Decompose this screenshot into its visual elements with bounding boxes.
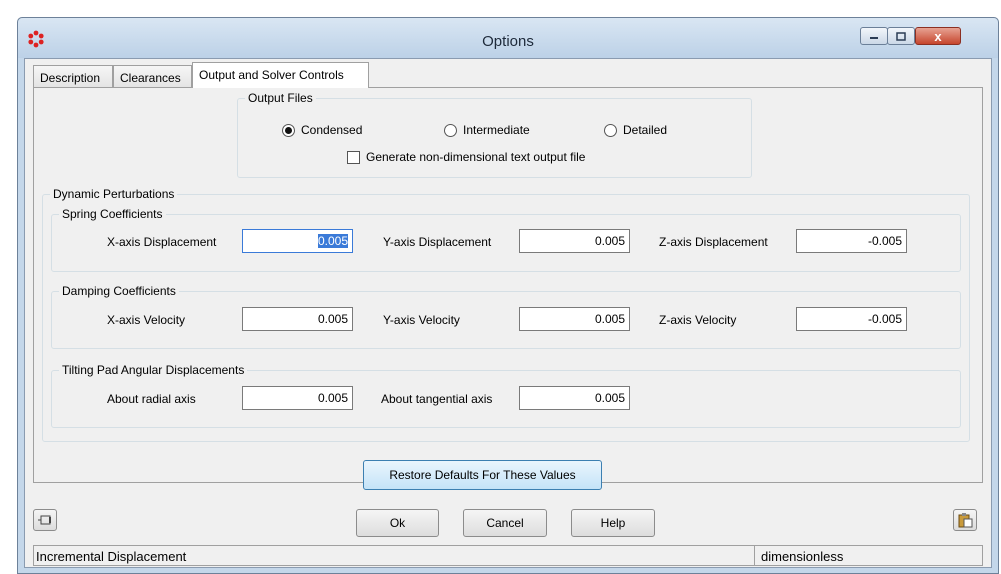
- spring-x-label: X-axis Displacement: [107, 235, 217, 249]
- tilting-pad-legend: Tilting Pad Angular Displacements: [59, 363, 248, 377]
- status-field-description: Incremental Displacement: [36, 549, 187, 564]
- radial-axis-label: About radial axis: [107, 392, 196, 406]
- pin-button[interactable]: [33, 509, 57, 531]
- tab-output-solver-controls[interactable]: Output and Solver Controls: [192, 62, 369, 88]
- status-bar: Incremental Displacement dimensionless: [33, 545, 983, 566]
- spring-coefficients-legend: Spring Coefficients: [59, 207, 166, 221]
- ok-button[interactable]: Ok: [356, 509, 439, 537]
- spring-y-value: 0.005: [594, 234, 625, 248]
- help-button[interactable]: Help: [571, 509, 655, 537]
- radio-selected-icon: [282, 123, 295, 137]
- spring-z-input[interactable]: -0.005: [796, 229, 907, 253]
- dialog-client: Description Clearances Output and Solver…: [24, 58, 992, 568]
- radio-label: Condensed: [301, 123, 363, 137]
- clipboard-icon: [958, 513, 973, 528]
- non-dimensional-output-checkbox[interactable]: Generate non-dimensional text output fil…: [347, 150, 585, 164]
- damping-y-input[interactable]: 0.005: [519, 307, 630, 331]
- cancel-button[interactable]: Cancel: [463, 509, 547, 537]
- output-files-legend: Output Files: [245, 91, 316, 105]
- checkbox-label: Generate non-dimensional text output fil…: [366, 150, 586, 164]
- damping-x-value: 0.005: [317, 312, 348, 326]
- checkbox-unchecked-icon: [347, 150, 360, 164]
- radio-unselected-icon: [604, 123, 617, 137]
- spring-y-input[interactable]: 0.005: [519, 229, 630, 253]
- dynamic-perturbations-legend: Dynamic Perturbations: [50, 187, 178, 201]
- spring-z-label: Z-axis Displacement: [659, 235, 768, 249]
- radio-label: Intermediate: [463, 123, 530, 137]
- damping-y-value: 0.005: [594, 312, 625, 326]
- radio-unselected-icon: [444, 123, 457, 137]
- spring-z-value: -0.005: [867, 234, 902, 248]
- damping-y-label: Y-axis Velocity: [383, 313, 460, 327]
- radio-condensed[interactable]: Condensed: [282, 123, 362, 137]
- status-field-units: dimensionless: [761, 549, 844, 564]
- minimize-icon: [870, 37, 878, 39]
- restore-icon: [896, 31, 906, 41]
- tangential-axis-input[interactable]: 0.005: [519, 386, 630, 410]
- output-files-group: [237, 98, 752, 178]
- damping-z-input[interactable]: -0.005: [796, 307, 907, 331]
- window-title: Options: [482, 33, 534, 50]
- radial-axis-input[interactable]: 0.005: [242, 386, 353, 410]
- spring-x-input[interactable]: 0.005: [242, 229, 353, 253]
- damping-x-label: X-axis Velocity: [107, 313, 186, 327]
- tab-panel: Output Files Condensed Intermediate Deta…: [33, 87, 983, 483]
- tab-clearances[interactable]: Clearances: [113, 65, 192, 87]
- spring-x-value: 0.005: [317, 234, 348, 248]
- radio-label: Detailed: [623, 123, 668, 137]
- radial-axis-value: 0.005: [317, 391, 348, 405]
- damping-z-value: -0.005: [867, 312, 902, 326]
- damping-x-input[interactable]: 0.005: [242, 307, 353, 331]
- close-button[interactable]: x: [915, 27, 961, 45]
- pin-icon: [38, 515, 51, 525]
- maximize-button[interactable]: [887, 27, 915, 45]
- damping-z-label: Z-axis Velocity: [659, 313, 737, 327]
- paste-button[interactable]: [953, 509, 977, 531]
- close-icon: x: [934, 28, 942, 44]
- status-divider: [754, 546, 755, 565]
- tangential-axis-value: 0.005: [594, 391, 625, 405]
- tangential-axis-label: About tangential axis: [381, 392, 493, 406]
- tab-description[interactable]: Description: [33, 65, 113, 87]
- radio-intermediate[interactable]: Intermediate: [444, 123, 530, 137]
- spring-y-label: Y-axis Displacement: [383, 235, 492, 249]
- radio-detailed[interactable]: Detailed: [604, 123, 667, 137]
- title-bar[interactable]: Options x: [18, 18, 998, 58]
- restore-defaults-button[interactable]: Restore Defaults For These Values: [363, 460, 602, 490]
- tab-label: Clearances: [120, 71, 181, 85]
- tab-label: Output and Solver Controls: [199, 68, 344, 82]
- minimize-button[interactable]: [860, 27, 888, 45]
- options-window: Options x Description Clearances Output …: [17, 17, 999, 574]
- tab-label: Description: [40, 71, 101, 85]
- damping-coefficients-legend: Damping Coefficients: [59, 284, 179, 298]
